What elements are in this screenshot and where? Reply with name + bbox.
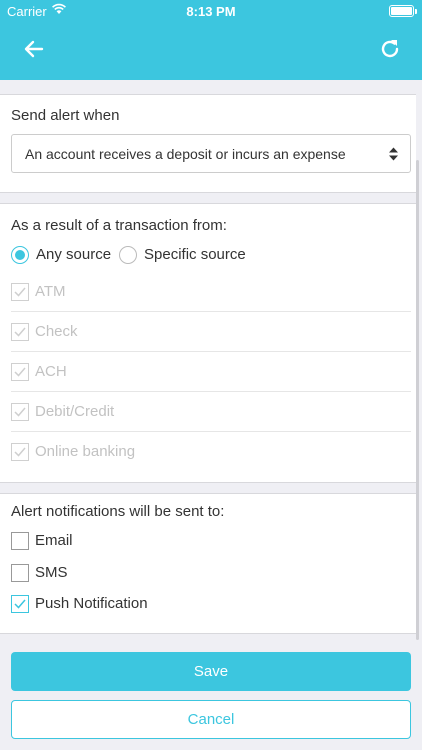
checkbox-sms-label[interactable]: SMS [35,564,68,581]
checkbox-push-notification-label[interactable]: Push Notification [35,595,148,612]
alert-condition-value: An account receives a deposit or incurs … [25,146,346,162]
alert-condition-card: Send alert when An account receives a de… [0,94,416,193]
checkbox-check-label: Check [35,323,78,340]
arrow-left-icon[interactable] [22,37,46,61]
radio-specific-source-label[interactable]: Specific source [144,246,246,263]
radio-any-source-label[interactable]: Any source [36,246,111,263]
checkbox-online-banking [11,443,29,461]
app-header: Carrier 8:13 PM [0,0,422,80]
cancel-button[interactable]: Cancel [11,700,411,739]
checkbox-debit-credit [11,403,29,421]
scrollbar[interactable] [416,160,419,640]
check-icon [14,327,26,337]
alert-label: Send alert when [11,107,120,124]
divider [11,351,411,352]
notifications-label: Alert notifications will be sent to: [11,503,225,520]
checkbox-atm-label: ATM [35,283,66,300]
check-icon [14,287,26,297]
checkbox-check [11,323,29,341]
divider [11,311,411,312]
radio-specific-source[interactable] [119,246,137,264]
status-time: 8:13 PM [186,4,236,19]
battery-icon [389,5,414,17]
checkbox-ach [11,363,29,381]
checkbox-atm [11,283,29,301]
divider [11,431,411,432]
transaction-label: As a result of a transaction from: [11,217,227,234]
battery-tip [415,9,417,14]
check-icon [14,599,26,609]
alert-condition-select[interactable]: An account receives a deposit or incurs … [11,134,411,173]
checkbox-email-label[interactable]: Email [35,532,73,549]
refresh-icon[interactable] [378,37,402,61]
check-icon [14,367,26,377]
checkbox-sms[interactable] [11,564,29,582]
save-button[interactable]: Save [11,652,411,691]
checkbox-push-notification[interactable] [11,595,29,613]
check-icon [14,407,26,417]
checkbox-ach-label: ACH [35,363,67,380]
status-bar: Carrier 8:13 PM [0,0,422,22]
checkbox-email[interactable] [11,532,29,550]
divider [11,391,411,392]
notification-channels-card: Alert notifications will be sent to: Ema… [0,493,416,634]
checkbox-online-banking-label: Online banking [35,443,136,460]
select-caret-icon [389,147,398,161]
checkbox-debit-credit-label: Debit/Credit [35,403,115,420]
radio-any-source[interactable] [11,246,29,264]
check-icon [14,447,26,457]
transaction-source-card: As a result of a transaction from: Any s… [0,203,416,483]
